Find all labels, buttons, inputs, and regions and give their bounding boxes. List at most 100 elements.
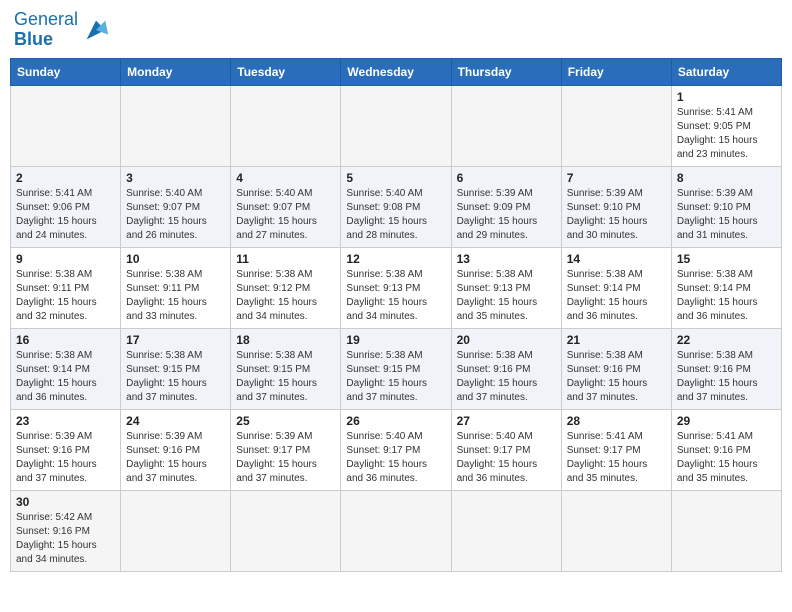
week-row-5: 23 Sunrise: 5:39 AM Sunset: 9:16 PM Dayli… [11,409,782,490]
weekday-header-thursday: Thursday [451,58,561,85]
calendar-cell: 13 Sunrise: 5:38 AM Sunset: 9:13 PM Dayli… [451,247,561,328]
day-number: 4 [236,171,335,185]
calendar-cell: 7Sunrise: 5:39 AM Sunset: 9:10 PM Daylig… [561,166,671,247]
calendar-cell: 14Sunrise: 5:38 AM Sunset: 9:14 PM Dayli… [561,247,671,328]
calendar-cell [451,490,561,571]
day-info: Sunrise: 5:39 AM Sunset: 9:09 PM Dayligh… [457,187,556,243]
day-info: Sunrise: 5:38 AM Sunset: 9:12 PM Dayligh… [236,268,335,324]
weekday-header-wednesday: Wednesday [341,58,451,85]
day-number: 9 [16,252,115,266]
weekday-header-sunday: Sunday [11,58,121,85]
week-row-3: 9Sunrise: 5:38 AM Sunset: 9:11 PM Daylig… [11,247,782,328]
calendar-cell: 16 Sunrise: 5:38 AM Sunset: 9:14 PM Dayli… [11,328,121,409]
day-info: Sunrise: 5:38 AM Sunset: 9:13 PM Dayligh… [346,268,445,324]
weekday-header-friday: Friday [561,58,671,85]
weekday-header-saturday: Saturday [671,58,781,85]
calendar-cell [341,85,451,166]
calendar-cell: 3Sunrise: 5:40 AM Sunset: 9:07 PM Daylig… [121,166,231,247]
calendar-cell: 30Sunrise: 5:42 AM Sunset: 9:16 PM Dayli… [11,490,121,571]
logo: General Blue [14,10,110,50]
calendar-cell: 9Sunrise: 5:38 AM Sunset: 9:11 PM Daylig… [11,247,121,328]
day-number: 18 [236,333,335,347]
calendar-cell: 4 Sunrise: 5:40 AM Sunset: 9:07 PM Daylig… [231,166,341,247]
day-info: Sunrise: 5:40 AM Sunset: 9:07 PM Dayligh… [236,187,335,243]
day-number: 5 [346,171,445,185]
day-info: Sunrise: 5:38 AM Sunset: 9:16 PM Dayligh… [677,349,776,405]
day-number: 20 [457,333,556,347]
calendar-cell [11,85,121,166]
calendar-cell [341,490,451,571]
logo-text: General Blue [14,10,78,50]
calendar-cell [451,85,561,166]
weekday-header-tuesday: Tuesday [231,58,341,85]
day-number: 21 [567,333,666,347]
day-number: 15 [677,252,776,266]
calendar-cell [231,490,341,571]
day-number: 7 [567,171,666,185]
day-number: 13 [457,252,556,266]
day-info: Sunrise: 5:41 AM Sunset: 9:05 PM Dayligh… [677,106,776,162]
calendar-cell: 19 Sunrise: 5:38 AM Sunset: 9:15 PM Dayli… [341,328,451,409]
day-info: Sunrise: 5:40 AM Sunset: 9:07 PM Dayligh… [126,187,225,243]
week-row-2: 2 Sunrise: 5:41 AM Sunset: 9:06 PM Daylig… [11,166,782,247]
week-row-4: 16 Sunrise: 5:38 AM Sunset: 9:14 PM Dayli… [11,328,782,409]
day-number: 29 [677,414,776,428]
day-number: 30 [16,495,115,509]
weekday-header-monday: Monday [121,58,231,85]
calendar-cell: 23Sunrise: 5:39 AM Sunset: 9:16 PM Dayli… [11,409,121,490]
logo-general: General [14,9,78,29]
day-info: Sunrise: 5:39 AM Sunset: 9:16 PM Dayligh… [126,430,225,486]
calendar-cell: 29Sunrise: 5:41 AM Sunset: 9:16 PM Dayli… [671,409,781,490]
day-info: Sunrise: 5:38 AM Sunset: 9:13 PM Dayligh… [457,268,556,324]
calendar-cell: 20 Sunrise: 5:38 AM Sunset: 9:16 PM Dayli… [451,328,561,409]
day-info: Sunrise: 5:38 AM Sunset: 9:16 PM Dayligh… [457,349,556,405]
calendar-cell [561,490,671,571]
calendar-cell: 15Sunrise: 5:38 AM Sunset: 9:14 PM Dayli… [671,247,781,328]
calendar-cell: 17Sunrise: 5:38 AM Sunset: 9:15 PM Dayli… [121,328,231,409]
logo-blue: Blue [14,29,53,49]
calendar-cell: 1Sunrise: 5:41 AM Sunset: 9:05 PM Daylig… [671,85,781,166]
day-info: Sunrise: 5:38 AM Sunset: 9:14 PM Dayligh… [567,268,666,324]
calendar-cell: 26Sunrise: 5:40 AM Sunset: 9:17 PM Dayli… [341,409,451,490]
day-info: Sunrise: 5:38 AM Sunset: 9:15 PM Dayligh… [346,349,445,405]
day-number: 12 [346,252,445,266]
day-number: 25 [236,414,335,428]
logo-icon [82,16,110,44]
day-info: Sunrise: 5:39 AM Sunset: 9:10 PM Dayligh… [677,187,776,243]
day-info: Sunrise: 5:41 AM Sunset: 9:17 PM Dayligh… [567,430,666,486]
day-info: Sunrise: 5:38 AM Sunset: 9:14 PM Dayligh… [16,349,115,405]
day-number: 24 [126,414,225,428]
calendar-cell: 11 Sunrise: 5:38 AM Sunset: 9:12 PM Dayli… [231,247,341,328]
day-number: 10 [126,252,225,266]
day-number: 22 [677,333,776,347]
day-number: 23 [16,414,115,428]
day-number: 16 [16,333,115,347]
calendar-cell: 6 Sunrise: 5:39 AM Sunset: 9:09 PM Daylig… [451,166,561,247]
weekday-header-row: SundayMondayTuesdayWednesdayThursdayFrid… [11,58,782,85]
calendar-cell: 2 Sunrise: 5:41 AM Sunset: 9:06 PM Daylig… [11,166,121,247]
calendar-cell: 5Sunrise: 5:40 AM Sunset: 9:08 PM Daylig… [341,166,451,247]
day-info: Sunrise: 5:40 AM Sunset: 9:17 PM Dayligh… [346,430,445,486]
day-number: 11 [236,252,335,266]
day-info: Sunrise: 5:41 AM Sunset: 9:06 PM Dayligh… [16,187,115,243]
day-info: Sunrise: 5:38 AM Sunset: 9:15 PM Dayligh… [126,349,225,405]
page-header: General Blue [10,10,782,50]
calendar-cell [231,85,341,166]
calendar-cell: 24 Sunrise: 5:39 AM Sunset: 9:16 PM Dayli… [121,409,231,490]
calendar-cell: 10Sunrise: 5:38 AM Sunset: 9:11 PM Dayli… [121,247,231,328]
day-number: 8 [677,171,776,185]
calendar-table: SundayMondayTuesdayWednesdayThursdayFrid… [10,58,782,572]
day-info: Sunrise: 5:40 AM Sunset: 9:17 PM Dayligh… [457,430,556,486]
calendar-cell [121,85,231,166]
day-number: 6 [457,171,556,185]
day-number: 28 [567,414,666,428]
calendar-cell: 18 Sunrise: 5:38 AM Sunset: 9:15 PM Dayli… [231,328,341,409]
day-info: Sunrise: 5:38 AM Sunset: 9:16 PM Dayligh… [567,349,666,405]
calendar-cell: 21 Sunrise: 5:38 AM Sunset: 9:16 PM Dayli… [561,328,671,409]
day-info: Sunrise: 5:38 AM Sunset: 9:15 PM Dayligh… [236,349,335,405]
day-number: 27 [457,414,556,428]
day-number: 2 [16,171,115,185]
week-row-1: 1Sunrise: 5:41 AM Sunset: 9:05 PM Daylig… [11,85,782,166]
day-number: 19 [346,333,445,347]
calendar-cell [121,490,231,571]
